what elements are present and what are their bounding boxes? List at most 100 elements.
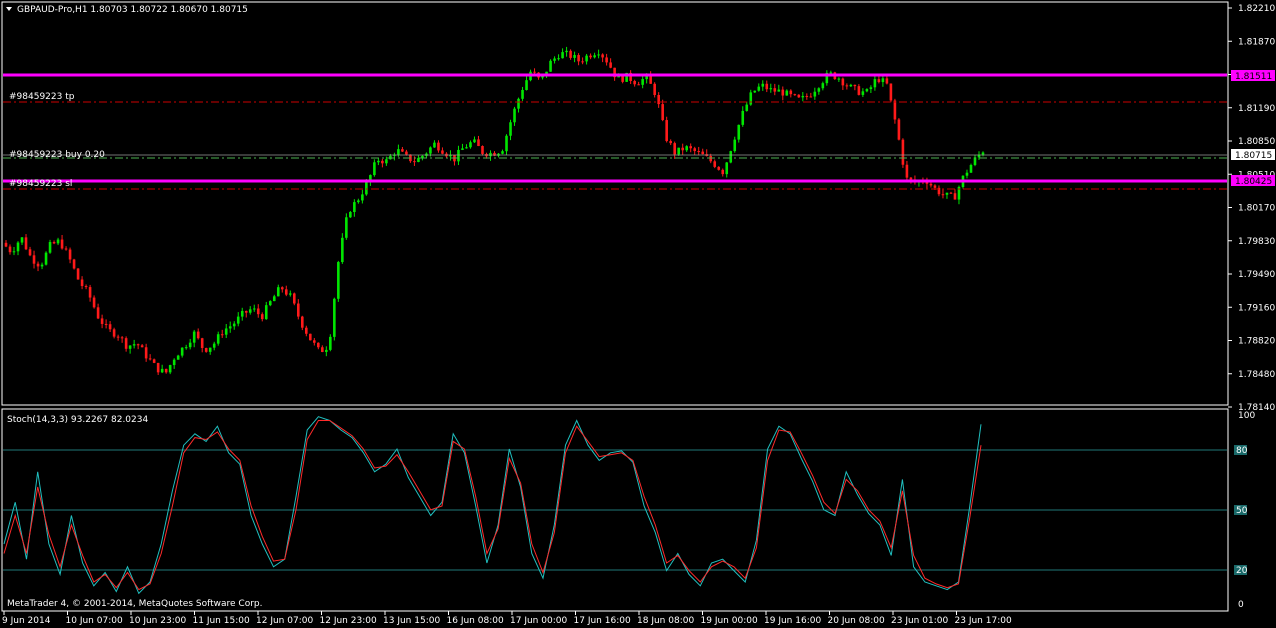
candle-body <box>565 50 568 53</box>
candle-body <box>569 50 572 58</box>
candle-body <box>301 316 304 328</box>
candle-body <box>100 318 104 324</box>
candle-body <box>733 139 737 152</box>
candle-body <box>224 328 228 335</box>
candle-body <box>16 242 20 252</box>
candle-body <box>136 344 140 346</box>
candle-body <box>857 86 861 95</box>
candle-body <box>617 76 620 78</box>
candle-body <box>116 336 120 338</box>
candle-body <box>697 151 701 153</box>
price-label: 1.80170 <box>1238 204 1275 214</box>
stoch-scale-20: 20 <box>1236 566 1248 576</box>
candle-body <box>881 78 885 83</box>
candle-body <box>869 87 873 90</box>
candle-body <box>216 334 220 344</box>
candle-body <box>417 157 420 162</box>
candle-body <box>969 165 973 173</box>
candle-body <box>92 297 96 308</box>
time-label: 9 Jun 2014 <box>2 616 51 626</box>
candle-body <box>717 166 721 170</box>
candle-body <box>669 141 672 144</box>
candle-body <box>353 202 356 213</box>
candle-body <box>781 89 785 96</box>
candle-body <box>84 286 88 288</box>
time-label: 18 Jun 08:00 <box>637 616 694 626</box>
candle-body <box>789 90 793 95</box>
stochastic-panel[interactable]: Stoch(14,3,3) 93.2267 82.0234 MetaTrader… <box>1 408 1229 612</box>
price-label: 1.79490 <box>1238 270 1275 280</box>
candle-body <box>533 71 536 73</box>
candle-body <box>184 347 188 349</box>
candle-body <box>473 139 476 143</box>
candle-body <box>817 88 821 92</box>
candle-body <box>897 119 901 140</box>
candle-body <box>196 331 200 339</box>
price-panel[interactable]: GBPAUD-Pro,H1 1.80703 1.80722 1.80670 1.… <box>1 1 1229 406</box>
candle-body <box>268 301 272 306</box>
candle-body <box>317 342 320 348</box>
candle-body <box>589 55 592 58</box>
candle-body <box>272 296 276 302</box>
terminal-chart-window[interactable]: GBPAUD-Pro,H1 1.80703 1.80722 1.80670 1.… <box>0 0 1276 628</box>
time-label: 11 Jun 15:00 <box>193 616 250 626</box>
candle-body <box>441 150 444 154</box>
candle-body <box>465 147 468 149</box>
candle-body <box>28 249 32 256</box>
candle-body <box>793 94 797 96</box>
candle-body <box>805 96 809 98</box>
candle-body <box>477 139 480 147</box>
candle-body <box>56 239 60 244</box>
candle-body <box>681 147 684 151</box>
candle-body <box>585 55 588 62</box>
candle-body <box>729 151 733 163</box>
candle-body <box>208 347 212 352</box>
candle-body <box>337 262 340 299</box>
candle-body <box>853 84 857 87</box>
candle-body <box>693 148 697 152</box>
candle-body <box>841 78 845 86</box>
candle-body <box>837 78 841 80</box>
time-axis: 9 Jun 2014 10 Jun 07:00 10 Jun 23:00 11 Jun… <box>2 611 1012 626</box>
candle-body <box>885 78 889 84</box>
candle-body <box>192 331 196 343</box>
candle-body <box>292 293 296 304</box>
candle-body <box>248 309 252 313</box>
candle-body <box>829 72 833 74</box>
candle-body <box>513 108 516 123</box>
candle-body <box>685 146 688 151</box>
candle-body <box>665 120 668 142</box>
candle-body <box>821 83 825 89</box>
candle-body <box>641 79 644 85</box>
candle-body <box>160 368 164 373</box>
take-profit-label: #98459223 tp <box>9 92 75 102</box>
candle-body <box>288 293 292 295</box>
price-label: 1.79160 <box>1238 303 1275 313</box>
candle-body <box>949 192 953 194</box>
candle-body <box>313 340 316 343</box>
candle-body <box>905 164 909 178</box>
candle-body <box>397 149 400 155</box>
time-label: 23 Jun 17:00 <box>955 616 1012 626</box>
copyright-text: MetaTrader 4, © 2001-2014, MetaQuotes So… <box>7 599 263 609</box>
candle-body <box>36 263 40 267</box>
price-panel-frame <box>1 1 1229 406</box>
candle-body <box>164 368 168 373</box>
candle-body <box>765 83 769 90</box>
candle-body <box>561 52 564 59</box>
candle-body <box>176 355 180 360</box>
candle-body <box>721 169 725 175</box>
candle-body <box>60 239 64 249</box>
candle-body <box>757 86 761 91</box>
candle-body <box>333 298 336 337</box>
candle-body <box>945 192 949 195</box>
candle-body <box>40 264 44 267</box>
candle-body <box>297 303 300 317</box>
candle-body <box>593 55 596 58</box>
candle-body <box>148 358 152 360</box>
candle-body <box>325 349 328 352</box>
candle-body <box>489 152 492 157</box>
time-label: 17 Jun 16:00 <box>574 616 631 626</box>
candle-body <box>104 323 108 325</box>
candle-body <box>901 139 905 165</box>
